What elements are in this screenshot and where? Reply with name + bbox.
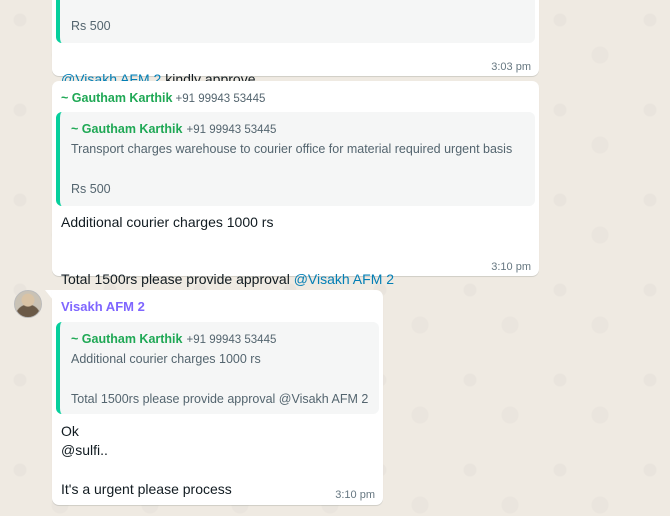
quoted-amount: Rs 500 bbox=[71, 182, 111, 196]
sender-phone: +91 99943 53445 bbox=[175, 93, 266, 105]
sender-header: ~ Gautham Karthik +91 99943 53445 bbox=[61, 89, 265, 107]
message-line: It's a urgent please process bbox=[61, 481, 232, 497]
message-time: 3:10 pm bbox=[491, 261, 531, 273]
sender-name[interactable]: Visakh AFM 2 bbox=[61, 299, 145, 314]
message-line: @sulfi.. bbox=[61, 442, 108, 458]
message-line: Ok bbox=[61, 423, 79, 439]
message-body: Total 1500rs please provide approval bbox=[61, 271, 294, 287]
message-bubble[interactable]: Visakh AFM 2 ~ Gautham Karthik +91 99943 … bbox=[52, 290, 383, 505]
message-time: 3:10 pm bbox=[335, 489, 375, 501]
quoted-header: ~ Gautham Karthik +91 99943 53445 bbox=[71, 330, 276, 348]
message-line: Total 1500rs please provide approval @Vi… bbox=[61, 251, 394, 289]
quoted-line: Total 1500rs please provide approval @Vi… bbox=[71, 392, 369, 406]
quoted-author: ~ Gautham Karthik bbox=[71, 122, 183, 136]
quoted-message[interactable]: ~ Gautham Karthik +91 99943 53445 Transpo… bbox=[56, 112, 535, 206]
quoted-phone: +91 99943 53445 bbox=[186, 334, 277, 346]
quoted-line: Additional courier charges 1000 rs bbox=[71, 352, 261, 366]
message-bubble[interactable]: ~ Gautham Karthik +91 99943 53445 ~ Gauth… bbox=[52, 81, 539, 287]
message-time: 3:03 pm bbox=[491, 61, 531, 73]
avatar[interactable] bbox=[14, 290, 42, 318]
message-line: Additional courier charges 1000 rs bbox=[61, 214, 274, 230]
quoted-message[interactable]: ~ Gautham Karthik +91 99943 53445 Additio… bbox=[56, 322, 379, 414]
quoted-message[interactable]: Rs 500 bbox=[56, 0, 535, 43]
quoted-header: ~ Gautham Karthik +91 99943 53445 bbox=[71, 120, 276, 138]
quoted-phone: +91 99943 53445 bbox=[186, 124, 277, 136]
quoted-text: Transport charges warehouse to courier o… bbox=[71, 142, 513, 156]
message-bubble[interactable]: Rs 500 @Visakh AFM 2 kindly approve 3:03… bbox=[52, 0, 539, 87]
sender-name[interactable]: ~ Gautham Karthik bbox=[61, 91, 173, 105]
quoted-amount: Rs 500 bbox=[71, 19, 111, 33]
quoted-author: ~ Gautham Karthik bbox=[71, 332, 183, 346]
mention-link[interactable]: @Visakh AFM 2 bbox=[294, 271, 394, 287]
